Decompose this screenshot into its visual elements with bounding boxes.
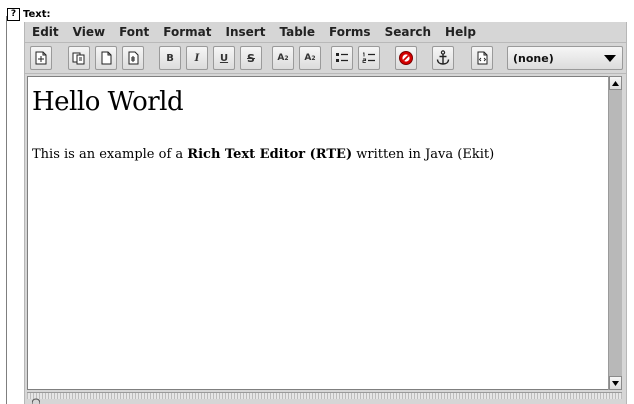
numbered-list-icon xyxy=(362,52,375,63)
resize-strip[interactable] xyxy=(27,392,622,399)
menu-search[interactable]: Search xyxy=(378,22,438,42)
menu-table[interactable]: Table xyxy=(272,22,322,42)
document-paragraph[interactable]: This is an example of a Rich Text Editor… xyxy=(32,147,494,162)
document-heading[interactable]: Hello World xyxy=(32,87,184,117)
menu-insert[interactable]: Insert xyxy=(219,22,273,42)
underline-button[interactable]: U xyxy=(213,46,235,70)
insert-html-button[interactable] xyxy=(471,46,493,70)
arrow-down-icon xyxy=(612,380,619,386)
scroll-track[interactable] xyxy=(609,90,622,376)
scroll-up-button[interactable] xyxy=(609,76,622,90)
subscript-exp: 2 xyxy=(311,54,316,62)
style-select-value: (none) xyxy=(513,51,554,65)
paragraph-bold-text: Rich Text Editor (RTE) xyxy=(187,147,353,162)
menu-edit[interactable]: Edit xyxy=(25,22,66,42)
insert-html-icon xyxy=(477,51,488,65)
bulleted-list-button[interactable] xyxy=(331,46,353,70)
numbered-list-button[interactable] xyxy=(358,46,380,70)
paragraph-text-end: written in Java (Ekit) xyxy=(352,147,495,162)
new-document-icon xyxy=(35,51,47,65)
new-document-button[interactable] xyxy=(30,46,52,70)
subscript-base: A xyxy=(304,53,312,63)
paragraph-text-start: This is an example of a xyxy=(32,147,188,162)
style-select[interactable]: (none) xyxy=(507,46,623,70)
copy-icon xyxy=(72,52,85,65)
anchor-button[interactable] xyxy=(432,46,454,70)
field-header: ? Text: xyxy=(7,7,51,21)
bold-label: B xyxy=(166,52,174,64)
paste-button[interactable] xyxy=(95,46,117,70)
superscript-exp: 2 xyxy=(284,54,289,62)
editor-panel: Edit View Font Format Insert Table Forms… xyxy=(24,22,627,404)
menu-help[interactable]: Help xyxy=(438,22,483,42)
menu-font[interactable]: Font xyxy=(112,22,156,42)
italic-button[interactable]: I xyxy=(186,46,208,70)
strikethrough-label: S xyxy=(247,51,255,65)
resize-grip-icon xyxy=(32,398,40,404)
chevron-down-icon[interactable] xyxy=(604,55,616,62)
unlink-button[interactable] xyxy=(395,46,417,70)
vertical-scrollbar[interactable] xyxy=(608,76,622,390)
arrow-up-icon xyxy=(612,80,619,86)
toolbar: B I U S A2 A2 (none) xyxy=(25,42,626,74)
superscript-base: A xyxy=(277,53,285,63)
document-editor[interactable]: Hello World This is an example of a Rich… xyxy=(27,76,622,390)
menu-forms[interactable]: Forms xyxy=(322,22,378,42)
left-border-line xyxy=(6,16,7,404)
help-icon[interactable]: ? xyxy=(7,7,20,21)
paste-icon xyxy=(101,51,112,65)
bold-button[interactable]: B xyxy=(159,46,181,70)
italic-label: I xyxy=(194,52,200,64)
underline-label: U xyxy=(219,52,229,64)
copy-button[interactable] xyxy=(68,46,90,70)
strikethrough-button[interactable]: S xyxy=(240,46,262,70)
scroll-down-button[interactable] xyxy=(609,376,622,390)
field-label: Text: xyxy=(23,8,51,20)
paste-special-icon xyxy=(128,51,139,65)
menu-view[interactable]: View xyxy=(66,22,112,42)
menu-bar: Edit View Font Format Insert Table Forms… xyxy=(25,22,626,42)
paste-special-button[interactable] xyxy=(122,46,144,70)
anchor-icon xyxy=(436,50,450,65)
superscript-button[interactable]: A2 xyxy=(272,46,294,70)
subscript-button[interactable]: A2 xyxy=(299,46,321,70)
menu-format[interactable]: Format xyxy=(156,22,218,42)
bulleted-list-icon xyxy=(336,53,348,62)
unlink-icon xyxy=(399,51,413,65)
